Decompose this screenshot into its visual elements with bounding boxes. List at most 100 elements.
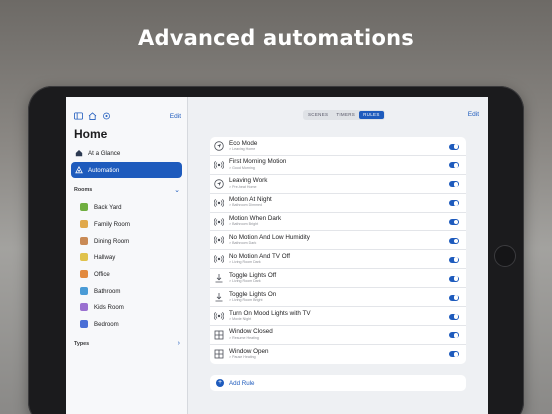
- rule-row[interactable]: No Motion And TV Off > Living Room Dark: [210, 250, 466, 270]
- lamp-icon: [80, 253, 88, 261]
- rule-subtitle: > Living Room Bright: [229, 297, 263, 302]
- window-icon: [213, 329, 225, 341]
- motion-icon: [213, 234, 225, 246]
- room-item[interactable]: Dining Room: [80, 234, 129, 248]
- sidebar: Edit Home At a Glance Automation Rooms ⌄…: [66, 97, 188, 414]
- rule-row[interactable]: Window Closed > Resume Heating: [210, 326, 466, 345]
- switch-down-icon: [213, 272, 225, 284]
- rooms-section-header[interactable]: Rooms ⌄: [74, 186, 180, 194]
- sidebar-edit-button[interactable]: Edit: [170, 113, 181, 120]
- rooms-header-label: Rooms: [74, 187, 93, 193]
- rule-toggle[interactable]: [449, 143, 459, 150]
- room-item[interactable]: Family Room: [80, 217, 130, 231]
- location-arrow-icon: [213, 178, 225, 190]
- rule-row[interactable]: Toggle Lights Off > Living Room Dark: [210, 269, 466, 289]
- room-item[interactable]: Kids Room: [80, 300, 124, 314]
- home-icon[interactable]: [88, 112, 97, 120]
- rule-row[interactable]: Eco Mode > Leaving Home: [210, 137, 466, 156]
- room-label: Bedroom: [94, 320, 119, 328]
- rule-toggle[interactable]: [449, 256, 459, 263]
- rule-toggle[interactable]: [449, 162, 459, 169]
- house-icon: [75, 149, 83, 157]
- bed-icon: [80, 320, 88, 328]
- settings-icon[interactable]: [102, 112, 111, 120]
- rule-row[interactable]: Motion At Night > Bathroom Dimmed: [210, 194, 466, 213]
- room-label: Kids Room: [94, 303, 124, 311]
- rule-toggle[interactable]: [449, 181, 459, 188]
- rule-subtitle: > Living Room Dark: [229, 279, 261, 284]
- motion-icon: [213, 253, 225, 265]
- rule-title: Turn On Mood Lights with TV: [229, 309, 311, 317]
- room-label: Family Room: [94, 220, 130, 228]
- tab-rules[interactable]: RULES: [359, 111, 384, 119]
- location-arrow-icon: [213, 140, 225, 152]
- tab-timers[interactable]: TIMERS: [332, 111, 359, 119]
- rule-row[interactable]: Turn On Mood Lights with TV > Movie Night: [210, 307, 466, 326]
- rule-subtitle: > Pause Heating: [229, 355, 256, 360]
- rule-toggle[interactable]: [449, 332, 459, 339]
- rule-subtitle: > Resume Heating: [229, 335, 259, 340]
- rule-row[interactable]: Window Open > Pause Heating: [210, 345, 466, 364]
- add-rule-label: Add Rule: [229, 379, 255, 387]
- motion-icon: [213, 159, 225, 171]
- motion-icon: [213, 310, 225, 322]
- sidebar-toggle-icon[interactable]: [74, 112, 83, 120]
- add-rule-button[interactable]: + Add Rule: [210, 375, 466, 391]
- sidebar-title: Home: [74, 127, 108, 141]
- edit-button[interactable]: Edit: [468, 111, 479, 118]
- rule-title: Window Closed: [229, 328, 273, 336]
- types-section-header[interactable]: Types ›: [74, 340, 180, 347]
- chevron-right-icon: ›: [177, 340, 180, 347]
- room-item[interactable]: Bathroom: [80, 284, 120, 298]
- rule-row[interactable]: First Morning Motion > Good Morning: [210, 156, 466, 175]
- main-content: SCENES TIMERS RULES Edit Eco Mode > Leavi…: [188, 97, 488, 414]
- switch-down-icon: [213, 291, 225, 303]
- sidebar-item-automation[interactable]: Automation: [71, 162, 182, 178]
- rule-subtitle: > Bathroom Bright: [229, 222, 259, 227]
- room-item[interactable]: Hallway: [80, 250, 115, 264]
- rule-subtitle: > Movie Night: [229, 316, 252, 321]
- rule-subtitle: > Pre-heat Home: [229, 184, 257, 189]
- rule-row[interactable]: No Motion And Low Humidity > Bathroom Dar…: [210, 231, 466, 251]
- rule-toggle[interactable]: [449, 200, 459, 207]
- rule-toggle[interactable]: [449, 275, 459, 282]
- sofa-icon: [80, 220, 88, 228]
- rule-subtitle: > Living Room Dark: [229, 260, 261, 265]
- rules-list: Eco Mode > Leaving Home First Morning Mot…: [210, 137, 466, 364]
- home-button: [494, 245, 516, 267]
- headline: Advanced automations: [138, 26, 414, 50]
- rule-toggle[interactable]: [449, 313, 459, 320]
- rule-row[interactable]: Toggle Lights On > Living Room Bright: [210, 288, 466, 308]
- rule-row[interactable]: Leaving Work > Pre-heat Home: [210, 175, 466, 194]
- rule-toggle[interactable]: [449, 294, 459, 301]
- app-screen: 9:41 Mon Jun 22 ▮▮▮ ◠ 100% Edit Home At …: [66, 97, 488, 414]
- automation-icon: [75, 166, 83, 174]
- plus-icon: +: [216, 379, 224, 387]
- room-label: Back Yard: [94, 203, 122, 211]
- rule-title: Eco Mode: [229, 139, 258, 147]
- sidebar-toolbar: Edit: [74, 110, 181, 122]
- segmented-control: SCENES TIMERS RULES: [303, 110, 385, 120]
- rule-toggle[interactable]: [449, 351, 459, 358]
- room-item[interactable]: Office: [80, 267, 110, 281]
- types-header-label: Types: [74, 340, 90, 347]
- tab-scenes[interactable]: SCENES: [304, 111, 332, 119]
- room-item[interactable]: Back Yard: [80, 200, 122, 214]
- rule-toggle[interactable]: [449, 237, 459, 244]
- room-item[interactable]: Bedroom: [80, 317, 119, 331]
- room-label: Dining Room: [94, 237, 130, 245]
- sidebar-item-label: Automation: [88, 166, 120, 174]
- desk-lamp-icon: [80, 270, 88, 278]
- rule-title: Leaving Work: [229, 177, 268, 185]
- sidebar-item-label: At a Glance: [88, 149, 121, 157]
- rule-toggle[interactable]: [449, 219, 459, 226]
- room-label: Office: [94, 270, 110, 278]
- window-icon: [213, 348, 225, 360]
- toy-icon: [80, 303, 88, 311]
- rule-subtitle: > Good Morning: [229, 165, 255, 170]
- rule-title: Toggle Lights On: [229, 290, 277, 298]
- sidebar-item-at-a-glance[interactable]: At a Glance: [71, 145, 182, 161]
- rule-row[interactable]: Motion When Dark > Bathroom Bright: [210, 213, 466, 232]
- tree-icon: [80, 203, 88, 211]
- room-label: Bathroom: [94, 287, 121, 295]
